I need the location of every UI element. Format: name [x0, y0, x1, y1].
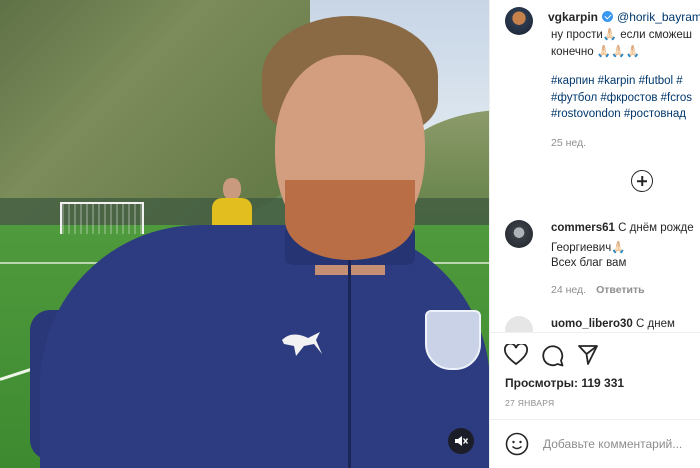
views-count: Просмотры: 119 331 [505, 376, 624, 390]
comment-input[interactable] [541, 436, 700, 452]
load-more-comments-button[interactable] [631, 170, 653, 192]
comment-2-text: С днем [636, 318, 675, 330]
caption-time: 25 нед. [551, 137, 587, 149]
post-side-panel: vgkarpin @horik_bayram ну прости🙏🏻 если с… [489, 0, 700, 468]
hashtag-line-2[interactable]: #футбол #фкростов #fcros [551, 90, 700, 107]
comment-composer [490, 419, 700, 468]
post-video[interactable] [0, 0, 489, 468]
views-number: 119 331 [581, 376, 625, 390]
caption-line-2: конечно 🙏🏻🙏🏻🙏🏻 [551, 46, 640, 58]
post-date: 27 ЯНВАРЯ [505, 398, 555, 408]
share-icon[interactable] [577, 344, 599, 366]
reply-button[interactable]: Ответить [596, 284, 645, 296]
comment-text-line-3: Всех благ вам [551, 257, 627, 269]
heart-icon[interactable] [504, 344, 528, 366]
author-username[interactable]: vgkarpin [548, 10, 598, 24]
comment-meta: 24 нед. Ответить [551, 284, 645, 296]
caption-line-1: ну прости🙏🏻 если сможеш [551, 29, 692, 41]
hashtag-line-3[interactable]: #rostovondon #ростовнад [551, 106, 700, 123]
comment-username[interactable]: commers61 [551, 222, 615, 234]
main-person [30, 10, 489, 468]
mute-button[interactable] [448, 428, 474, 454]
comment-time: 24 нед. [551, 284, 587, 296]
comment-2: uomo_libero30 С днем [551, 318, 675, 330]
hashtag-list: #карпин #karpin #futbol # #футбол #фкрос… [551, 73, 700, 123]
sound-off-icon [455, 436, 468, 446]
views-label: Просмотры: [505, 376, 579, 390]
hashtag-line-1[interactable]: #карпин #karpin #futbol # [551, 73, 700, 90]
caption-header: vgkarpin @horik_bayram [548, 10, 700, 24]
comment-username-2[interactable]: uomo_libero30 [551, 318, 633, 330]
club-crest [425, 310, 481, 370]
action-section: Просмотры: 119 331 27 ЯНВАРЯ [490, 332, 700, 468]
comment-avatar[interactable] [505, 220, 533, 248]
comment-text-line-2: Георгиевич🙏🏻 [551, 242, 626, 254]
emoji-icon[interactable] [505, 432, 529, 456]
comment-icon[interactable] [541, 344, 564, 367]
mention-link[interactable]: @horik_bayram [617, 10, 700, 24]
puma-logo [282, 332, 322, 356]
author-avatar[interactable] [505, 7, 533, 35]
instagram-post: vgkarpin @horik_bayram ну прости🙏🏻 если с… [0, 0, 700, 468]
comment-1: commers61 С днём рожде [551, 222, 694, 234]
comment-text-line-1: С днём рожде [618, 222, 694, 234]
verified-icon [602, 11, 614, 22]
